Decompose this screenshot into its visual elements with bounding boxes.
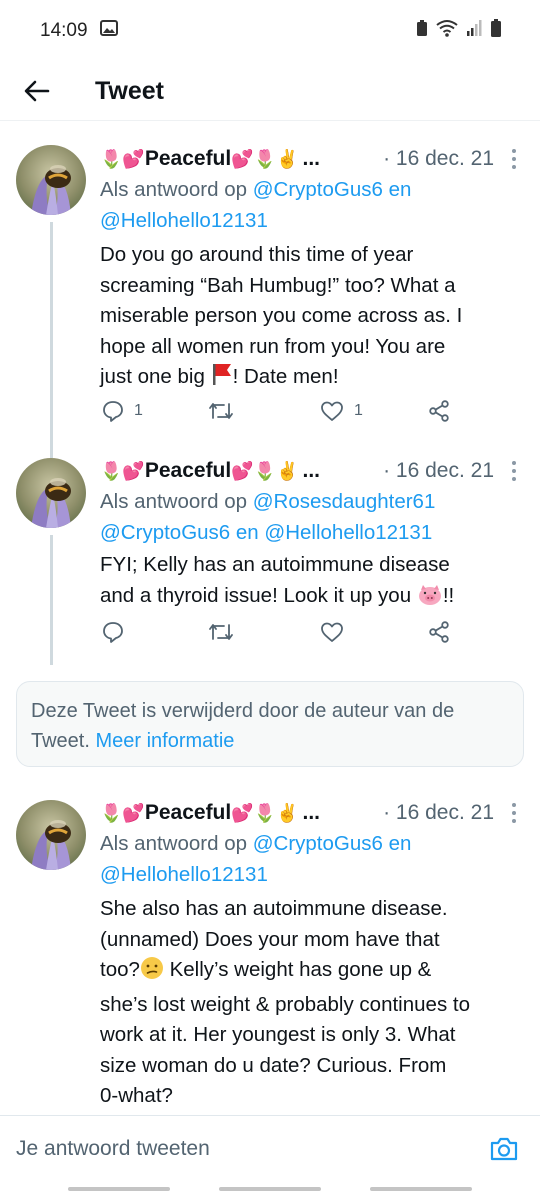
deleted-tweet-notice: Deze Tweet is verwijderd door de auteur … [16,681,524,767]
tweet[interactable]: 🌷 💕 Peaceful 💕 🌷 ✌️ ... · 16 dec. 21 Als… [0,440,540,665]
share-button[interactable] [428,400,450,422]
tweet-header: 🌷 💕 Peaceful 💕 🌷 ✌️ ... · 16 dec. 21 [100,796,524,830]
gallery-notification-icon [99,20,118,42]
tulip-emoji: 🌷 [100,461,123,481]
avatar[interactable] [16,800,86,870]
more-icon[interactable] [504,146,524,172]
system-nav-hint [370,1187,472,1191]
hearts-emoji: 💕 [231,461,254,481]
camera-icon [490,1137,518,1160]
system-nav-hint [219,1187,321,1191]
like-count: 1 [354,402,363,419]
victory-hand-emoji: ✌️ [276,149,299,169]
author-name[interactable]: 🌷 💕 Peaceful 💕 🌷 ✌️ ... [100,459,320,483]
tweet[interactable]: 🌷 💕 Peaceful 💕 🌷 ✌️ ... · 16 dec. 21 Als… [0,782,540,1115]
battery-icon [490,18,502,44]
reply-count: 1 [134,402,143,419]
reply-icon [103,622,123,643]
signal-icon [466,19,482,43]
camera-button[interactable] [482,1127,526,1171]
thread-line [50,222,53,440]
confused-face-emoji [140,956,164,990]
avatar[interactable] [16,458,86,528]
share-icon [429,621,449,643]
mention-link[interactable]: @CryptoGus6 [253,832,383,855]
retweet-button[interactable] [208,621,234,643]
reply-button[interactable] [102,621,124,643]
tulip-emoji: 🌷 [100,803,123,823]
red-flag-emoji [211,362,233,396]
battery-saver-icon [416,19,428,43]
mention-link[interactable]: @CryptoGus6 [100,521,230,544]
tweet-text: Do you go around this time of year screa… [100,240,526,396]
tulip-emoji: 🌷 [253,803,277,823]
like-icon [321,622,343,642]
mention-link[interactable]: @Hellohello12131 [264,521,432,544]
tweet-text: FYI; Kelly has an autoimmune disease and… [100,550,526,615]
retweet-icon [209,403,233,419]
tulip-emoji: 🌷 [253,461,277,481]
hearts-emoji: 💕 [122,149,145,169]
reply-button[interactable]: 1 [102,400,143,422]
reply-composer: Je antwoord tweeten [0,1115,540,1181]
tweet-date[interactable]: · 16 dec. 21 [383,147,524,171]
tulip-emoji: 🌷 [253,149,277,169]
avatar[interactable] [16,145,86,215]
more-info-link[interactable]: Meer informatie [95,730,234,752]
top-app-bar: Tweet [0,62,540,121]
mention-link[interactable]: @Rosesdaughter61 [253,490,436,513]
tweet-actions: 1 1 [100,400,460,432]
tweet-text: She also has an autoimmune disease. (unn… [100,897,470,1107]
hearts-emoji: 💕 [122,461,145,481]
thread-line [50,535,53,665]
author-name[interactable]: 🌷 💕 Peaceful 💕 🌷 ✌️ ... [100,801,320,825]
back-button[interactable] [17,71,57,111]
status-time: 14:09 [40,20,88,41]
mention-link[interactable]: @Hellohello12131 [100,863,268,886]
page-title: Tweet [95,76,164,105]
retweet-icon [209,624,233,640]
tweet[interactable]: 🌷 💕 Peaceful 💕 🌷 ✌️ ... · 16 dec. 21 Als… [0,120,540,440]
share-button[interactable] [428,621,450,643]
victory-hand-emoji: ✌️ [276,803,299,823]
tweet-date[interactable]: · 16 dec. 21 [383,459,524,483]
hearts-emoji: 💕 [231,149,254,169]
back-arrow-icon [24,80,50,102]
hearts-emoji: 💕 [231,803,254,823]
thread-line [50,440,53,458]
hearts-emoji: 💕 [122,803,145,823]
author-name[interactable]: 🌷 💕 Peaceful 💕 🌷 ✌️ ... [100,147,320,171]
retweet-button[interactable] [208,400,234,422]
status-bar: 14:09 [0,0,540,62]
reply-context: Als antwoord op @CryptoGus6 en @Hellohel… [100,178,412,232]
like-button[interactable]: 1 [320,400,363,422]
mention-link[interactable]: @Hellohello12131 [100,209,268,232]
mention-link[interactable]: @CryptoGus6 [253,178,383,201]
like-icon [321,401,343,421]
like-button[interactable] [320,621,344,643]
victory-hand-emoji: ✌️ [276,461,299,481]
share-icon [429,400,449,422]
reply-context: Als antwoord op @Rosesdaughter61 @Crypto… [100,490,436,544]
wifi-icon [436,19,458,43]
pig-face-emoji [417,584,443,616]
tweet-header: 🌷 💕 Peaceful 💕 🌷 ✌️ ... · 16 dec. 21 [100,142,524,176]
tweet-actions [100,621,460,653]
reply-context: Als antwoord op @CryptoGus6 en @Hellohel… [100,832,412,886]
tulip-emoji: 🌷 [100,149,123,169]
more-icon[interactable] [504,458,524,484]
more-icon[interactable] [504,800,524,826]
tweet-header: 🌷 💕 Peaceful 💕 🌷 ✌️ ... · 16 dec. 21 [100,454,524,488]
reply-icon [103,401,123,422]
tweet-date[interactable]: · 16 dec. 21 [383,801,524,825]
system-nav-hint [68,1187,170,1191]
reply-input[interactable]: Je antwoord tweeten [16,1137,482,1161]
